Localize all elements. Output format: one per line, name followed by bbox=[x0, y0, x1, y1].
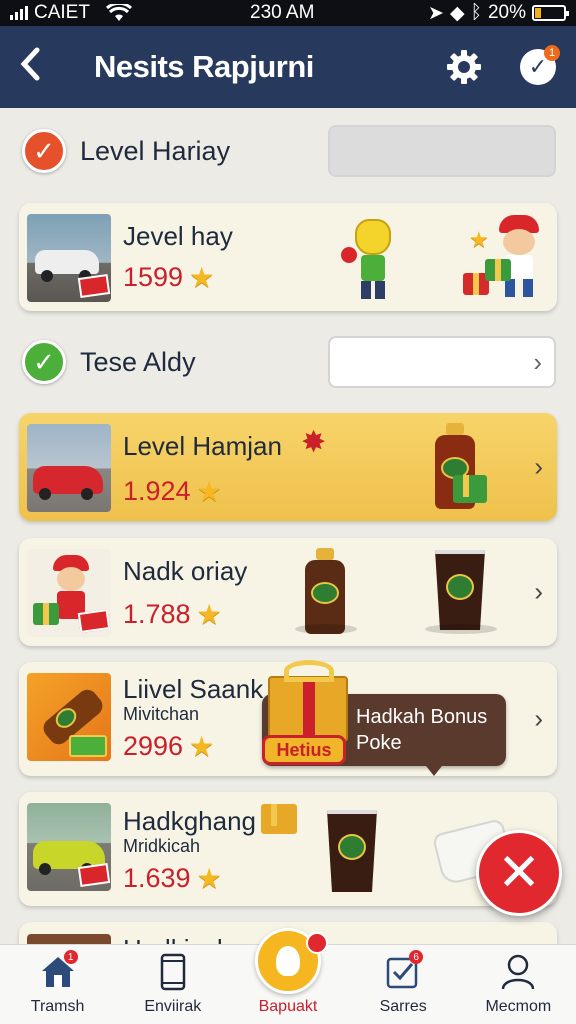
battery-percent: 20% bbox=[487, 2, 526, 23]
home-icon: 1 bbox=[38, 950, 78, 992]
page-title: Nesits Rapjurni bbox=[94, 49, 314, 84]
person-icon bbox=[276, 946, 300, 976]
card-title: Level Hamjan bbox=[123, 431, 282, 461]
card-score: 1.639 ★ bbox=[123, 862, 222, 895]
tasks-button[interactable]: ✓ 1 bbox=[518, 45, 560, 87]
checklist-icon: 6 bbox=[383, 950, 424, 992]
card-title: Liivel Saank bbox=[123, 674, 264, 704]
nav-label: Sarres bbox=[379, 998, 427, 1015]
filter-select[interactable] bbox=[328, 125, 556, 177]
gift-icon bbox=[261, 804, 297, 834]
star-icon: ★ bbox=[189, 731, 215, 762]
close-icon: ✕ bbox=[497, 844, 541, 902]
notification-badge: 1 bbox=[544, 45, 560, 61]
mascot-thumbnail bbox=[27, 549, 111, 637]
kid-mascot-icon bbox=[493, 215, 549, 301]
tooltip-line-1: Hadkah Bonus bbox=[356, 706, 488, 728]
location-icon: ➤ bbox=[428, 2, 444, 24]
battery-icon bbox=[532, 5, 569, 21]
chevron-right-icon: › bbox=[534, 451, 543, 482]
gear-icon bbox=[447, 50, 481, 84]
car-thumbnail bbox=[27, 803, 111, 891]
card-subtitle: Mivitchan bbox=[123, 704, 200, 724]
list-item[interactable]: Nadk oriay 1.788 ★ › bbox=[19, 538, 557, 646]
wifi-small-icon: ◆ bbox=[449, 2, 465, 24]
nav-item-home[interactable]: 1 Tramsh bbox=[0, 950, 115, 1016]
filter-select[interactable]: › bbox=[328, 336, 556, 388]
carrier-name: CAIET bbox=[34, 2, 90, 23]
center-badge bbox=[306, 932, 328, 954]
list-item[interactable]: Hadkghang Mridkicah 1.639 ★ bbox=[19, 792, 557, 906]
bonus-tag: Hetius bbox=[262, 735, 346, 765]
bottle-thumbnail bbox=[27, 673, 111, 761]
gift-icon bbox=[485, 259, 511, 281]
star-icon: ★ bbox=[189, 262, 215, 293]
phone-icon bbox=[153, 952, 193, 992]
filter-checkbox[interactable]: ✓ bbox=[22, 129, 66, 173]
filter-label: Tese Aldy bbox=[80, 346, 196, 377]
card-score: 2996 ★ bbox=[123, 730, 214, 763]
card-score: 1.924 ★ bbox=[123, 475, 222, 508]
chevron-right-icon: › bbox=[534, 703, 543, 734]
car-thumbnail bbox=[27, 214, 111, 302]
card-title: Hadkghang bbox=[123, 806, 256, 836]
list-item[interactable]: Jevel hay 1599 ★ ★ bbox=[19, 203, 557, 311]
profile-icon bbox=[498, 952, 538, 992]
tooltip-line-2: Poke bbox=[356, 732, 402, 754]
card-title: Nadk oriay bbox=[123, 556, 248, 586]
app-header: Nesits Rapjurni ✓ 1 bbox=[0, 26, 576, 108]
card-score: 1599 ★ bbox=[123, 261, 214, 294]
gift-box-icon bbox=[268, 660, 348, 742]
score-value: 2996 bbox=[123, 731, 184, 761]
card-score: 1.788 ★ bbox=[123, 598, 222, 631]
filter-row-level[interactable]: ✓ Level Hariay bbox=[22, 124, 556, 178]
star-icon: ★ bbox=[196, 476, 222, 507]
score-value: 1599 bbox=[123, 262, 184, 292]
score-value: 1.924 bbox=[123, 476, 191, 506]
gift-icon bbox=[453, 475, 487, 503]
card-title: Jevel hay bbox=[123, 221, 233, 251]
bluetooth-icon: ᛒ bbox=[470, 2, 482, 23]
score-value: 1.639 bbox=[123, 863, 191, 893]
wifi-icon bbox=[105, 4, 132, 21]
nav-item-profile[interactable]: Mecmom bbox=[461, 952, 576, 1016]
filter-row-tese[interactable]: ✓ Tese Aldy › bbox=[22, 335, 556, 389]
settings-button[interactable] bbox=[444, 47, 484, 87]
clock: 230 AM bbox=[250, 2, 315, 23]
signal-icon bbox=[10, 6, 28, 20]
filter-label: Level Hariay bbox=[80, 135, 231, 166]
cat-mascot-icon bbox=[341, 219, 401, 303]
score-value: 1.788 bbox=[123, 599, 191, 629]
nav-item-tasks[interactable]: 6 Sarres bbox=[346, 950, 461, 1016]
back-button[interactable] bbox=[18, 46, 58, 89]
nav-label: Tramsh bbox=[30, 998, 85, 1015]
nav-label: Enviirak bbox=[144, 998, 202, 1015]
star-icon: ★ bbox=[196, 599, 222, 630]
list-item-highlighted[interactable]: Level Hamjan ✸ 1.924 ★ › bbox=[19, 413, 557, 521]
drink-cup-icon bbox=[435, 550, 485, 630]
nav-label: Bapuakt bbox=[258, 998, 318, 1015]
bottle-icon bbox=[305, 548, 345, 634]
chevron-right-icon: › bbox=[533, 346, 542, 377]
star-icon: ★ bbox=[469, 227, 489, 252]
filter-checkbox[interactable]: ✓ bbox=[22, 340, 66, 384]
chevron-left-icon bbox=[20, 47, 40, 80]
nav-item-phone[interactable]: Enviirak bbox=[115, 952, 230, 1016]
burst-star-icon: ✸ bbox=[301, 426, 327, 459]
close-fab-button[interactable]: ✕ bbox=[476, 830, 562, 916]
nav-label: Mecmom bbox=[485, 998, 552, 1015]
nav-badge: 1 bbox=[63, 950, 78, 964]
drink-cup-icon bbox=[327, 810, 377, 892]
status-bar: CAIET 230 AM ➤ ◆ ᛒ 20% bbox=[0, 0, 576, 26]
car-thumbnail bbox=[27, 424, 111, 512]
chevron-right-icon: › bbox=[534, 576, 543, 607]
card-subtitle: Mridkicah bbox=[123, 836, 201, 856]
star-icon: ★ bbox=[196, 863, 222, 894]
